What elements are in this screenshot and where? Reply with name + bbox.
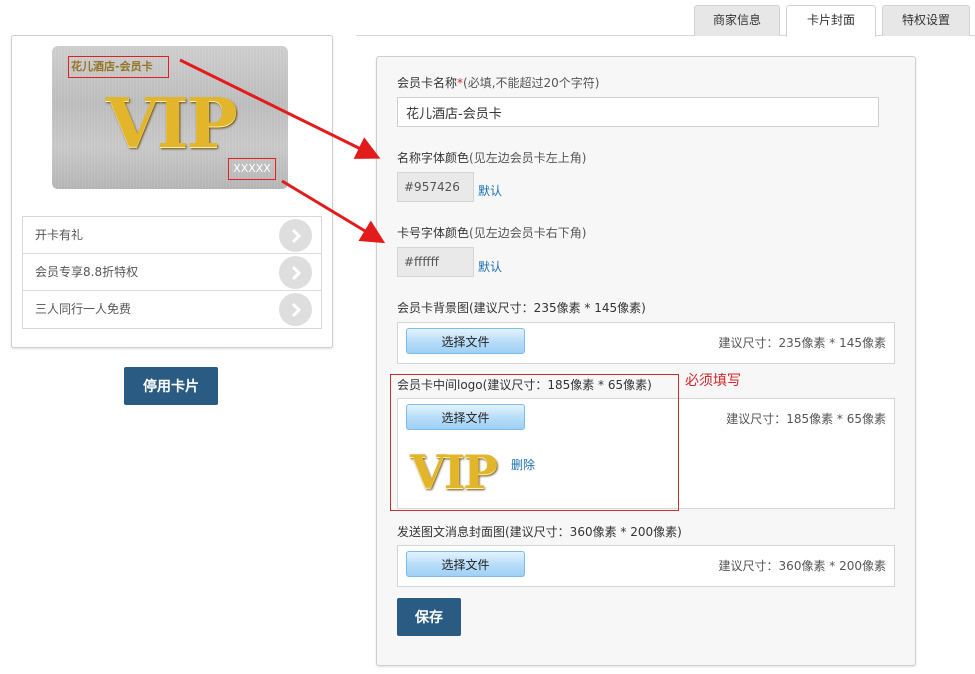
number-color-input[interactable] [397,247,474,277]
card-name-label: 会员卡名称*(必填,不能超过20个字符) [397,76,600,90]
background-size-hint: 建议尺寸：235像素 * 145像素 [718,336,886,350]
cover-image-upload: 选择文件 建议尺寸：360像素 * 200像素 [397,545,895,587]
chevron-right-icon [279,293,312,326]
tab-privilege-settings[interactable]: 特权设置 [882,5,970,36]
member-card: 花儿酒店-会员卡 VIP XXXXX [52,46,288,189]
card-preview-panel: 花儿酒店-会员卡 VIP XXXXX 开卡有礼 会员专享8.8折特权 三人同行一… [11,35,333,348]
perk-label: 三人同行一人免费 [35,302,132,316]
cover-image-label: 发送图文消息封面图(建议尺寸：360像素 * 200像素) [397,525,682,539]
vip-logo: VIP [106,84,238,164]
chevron-right-icon [279,256,312,289]
disable-card-button[interactable]: 停用卡片 [124,367,218,405]
perk-item[interactable]: 开卡有礼 [23,217,321,254]
perk-item[interactable]: 三人同行一人免费 [23,291,321,328]
card-number-text: XXXXX [228,158,276,180]
number-color-label: 卡号字体颜色(见左边会员卡右下角) [397,226,587,240]
tab-card-cover[interactable]: 卡片封面 [786,5,876,37]
perk-label: 开卡有礼 [35,228,84,242]
number-color-default-link[interactable]: 默认 [478,258,502,275]
card-cover-form: 会员卡名称*(必填,不能超过20个字符) 名称字体颜色(见左边会员卡左上角) 默… [376,56,916,666]
tab-bar: 商家信息 卡片封面 特权设置 [356,0,975,37]
logo-preview-image: VIP [410,445,498,499]
tab-merchant-info[interactable]: 商家信息 [694,5,780,36]
name-color-label: 名称字体颜色(见左边会员卡左上角) [397,151,587,165]
chevron-right-icon [279,219,312,252]
background-image-upload: 选择文件 建议尺寸：235像素 * 145像素 [397,322,895,364]
background-image-label: 会员卡背景图(建议尺寸：235像素 * 145像素) [397,301,646,315]
perk-item[interactable]: 会员专享8.8折特权 [23,254,321,291]
cover-size-hint: 建议尺寸：360像素 * 200像素 [718,559,886,573]
perk-list: 开卡有礼 会员专享8.8折特权 三人同行一人免费 [22,216,322,329]
name-color-default-link[interactable]: 默认 [478,182,502,199]
perk-label: 会员专享8.8折特权 [35,265,139,279]
background-choose-file-button[interactable]: 选择文件 [406,328,525,354]
cover-choose-file-button[interactable]: 选择文件 [406,551,525,577]
save-button[interactable]: 保存 [397,598,461,636]
name-color-input[interactable] [397,172,474,202]
card-name-text: 花儿酒店-会员卡 [68,56,169,78]
required-note: 必须填写 [685,373,741,389]
card-name-input[interactable] [397,97,879,127]
logo-size-hint: 建议尺寸：185像素 * 65像素 [726,412,886,426]
